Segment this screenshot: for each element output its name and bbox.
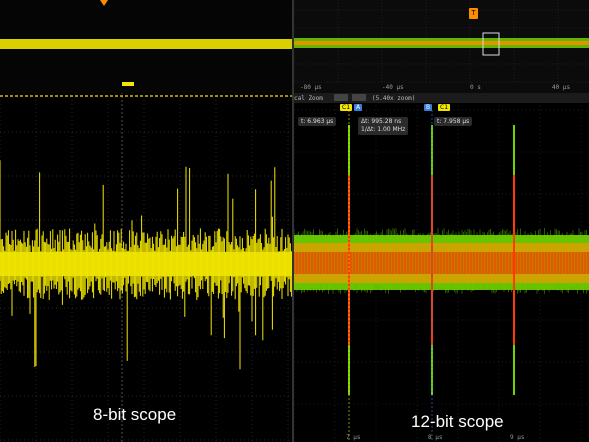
zoom-label: cal Zoom xyxy=(294,95,323,102)
eight-bit-scope-panel: 8-bit scope xyxy=(0,0,292,442)
bottom-time-label: 8 µs xyxy=(428,434,443,441)
trigger-label: T xyxy=(471,10,476,17)
eight-bit-caption: 8-bit scope xyxy=(93,405,177,424)
cursor-b-tag[interactable]: B xyxy=(424,104,433,111)
cursor-a-channel-chip[interactable]: C1 xyxy=(340,104,353,111)
bottom-time-label: 9 µs xyxy=(510,434,525,441)
cursor-b-channel-chip[interactable]: C1 xyxy=(438,104,451,111)
cursor-a-time-readout: t: 6.963 µs xyxy=(298,117,337,126)
twelve-bit-waveform-display xyxy=(294,0,589,442)
overview-time-label: 0 s xyxy=(470,84,481,91)
twelve-bit-scope-panel: -80 µs -40 µs 0 s 40 µs T cal Zoom (5.40… xyxy=(294,0,589,442)
inverse-delta-t-value: 1/Δt: 1.00 MHz xyxy=(361,126,406,133)
zoom-out-button[interactable] xyxy=(334,94,348,101)
cursor-delta-readout: Δt: 995.28 ns 1/Δt: 1.00 MHz xyxy=(358,117,409,135)
overview-time-label: -40 µs xyxy=(382,84,404,91)
cursor-a-tag[interactable]: A xyxy=(354,104,363,111)
overview-time-label: -80 µs xyxy=(300,84,322,91)
bottom-time-label: 7 µs xyxy=(346,434,361,441)
trigger-marker-icon[interactable]: T xyxy=(469,8,478,19)
overview-zoom-marker xyxy=(122,82,134,86)
overview-trace-core xyxy=(294,41,589,45)
zoom-bar: cal Zoom (5.40x zoom) xyxy=(294,93,589,103)
twelve-bit-caption: 12-bit scope xyxy=(411,412,504,431)
delta-t-value: Δt: 995.28 ns xyxy=(361,118,402,125)
overview-time-label: 40 µs xyxy=(552,84,571,91)
zoom-in-button[interactable] xyxy=(352,94,366,101)
noise-core xyxy=(0,252,292,276)
zoom-factor: (5.40x zoom) xyxy=(372,95,416,102)
eight-bit-waveform-display xyxy=(0,0,292,442)
cursor-b-time-readout: t: 7.958 µs xyxy=(434,117,473,126)
overview-trace xyxy=(0,39,292,49)
